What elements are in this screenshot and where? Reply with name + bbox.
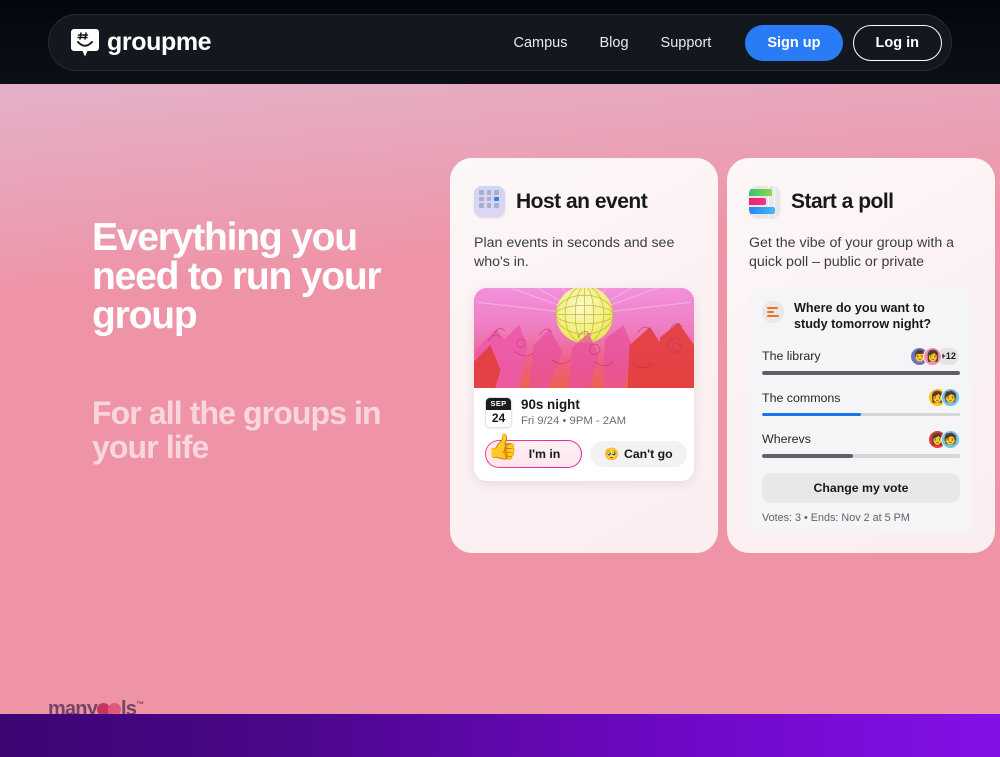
event-card-header: Host an event	[474, 186, 694, 217]
poll-option-label: The commons	[762, 390, 841, 405]
poll-option-label: Wherevs	[762, 432, 811, 447]
poll-bars-icon	[762, 300, 784, 323]
rsvp-accept-button[interactable]: 👍 I'm in	[485, 434, 582, 468]
hero-subheadline: For all the groups in your life	[92, 395, 382, 465]
hero-headline: Everything you need to run your group	[92, 216, 382, 337]
rsvp-decline-label: Can't go	[623, 446, 673, 461]
change-vote-button[interactable]: Change my vote	[762, 472, 960, 503]
event-card-subtitle: Plan events in seconds and see who's in.	[474, 235, 675, 270]
poll-card-header: Start a poll	[749, 186, 973, 217]
event-rsvp-actions: 👍 I'm in 🥺 Can't go	[474, 428, 694, 481]
poll-option-voters: 👩 🧑	[928, 429, 960, 449]
brand-name: groupme	[107, 28, 212, 56]
poll-question-row: Where do you want to study tomorrow nigh…	[762, 300, 960, 333]
event-date-month: SEP	[486, 397, 511, 410]
event-date-badge: SEP 24	[485, 396, 512, 428]
event-preview-card: SEP 24 90s night Fri 9/24 • 9PM - 2AM 👍 …	[474, 287, 694, 481]
rsvp-accept-label: I'm in	[528, 446, 561, 461]
poll-option-voters: 👩 🧑	[928, 388, 960, 408]
login-button[interactable]: Log in	[852, 24, 942, 61]
watermark-trademark: ™	[136, 700, 144, 709]
avatar: 🧑	[941, 388, 960, 408]
event-cover-image	[474, 287, 694, 388]
thumbs-up-icon: 👍	[487, 432, 519, 461]
poll-option-label: The library	[762, 349, 821, 364]
event-card-title: Host an event	[516, 189, 648, 213]
poll-option-bar	[762, 412, 960, 417]
poll-preview-card: Where do you want to study tomorrow nigh…	[749, 287, 973, 534]
event-date-day: 24	[491, 410, 506, 425]
poll-question: Where do you want to study tomorrow nigh…	[794, 300, 932, 331]
poll-option[interactable]: Wherevs 👩 🧑	[762, 429, 960, 458]
rsvp-decline-button[interactable]: 🥺 Can't go	[590, 440, 687, 467]
poll-option-bar	[762, 371, 960, 375]
poll-option[interactable]: The library 👨 👩 +12	[762, 346, 960, 375]
groupme-logo-icon	[71, 28, 99, 58]
avatar: 🧑	[941, 429, 960, 449]
nav-link-blog[interactable]: Blog	[584, 27, 645, 59]
nav-link-campus[interactable]: Campus	[498, 27, 584, 59]
calendar-icon	[474, 186, 505, 217]
poll-option-voters: 👨 👩 +12	[910, 346, 960, 366]
top-navigation-bar: groupme Campus Blog Support Sign up Log …	[48, 14, 952, 71]
disco-illustration	[474, 287, 694, 388]
poll-chart-icon	[749, 186, 780, 217]
nav-link-support[interactable]: Support	[645, 27, 728, 59]
event-meta-row: SEP 24 90s night Fri 9/24 • 9PM - 2AM	[474, 388, 694, 428]
hero-text-block: Everything you need to run your group Fo…	[92, 218, 422, 465]
poll-card-title: Start a poll	[791, 189, 894, 213]
sad-face-icon: 🥺	[604, 446, 619, 461]
poll-card-subtitle: Get the vibe of your group with a quick …	[749, 235, 955, 270]
poll-footer-status: Votes: 3 • Ends: Nov 2 at 5 PM	[762, 511, 910, 524]
brand-logo-group[interactable]: groupme	[71, 28, 212, 58]
poll-option-bar	[762, 454, 960, 458]
event-datetime: Fri 9/24 • 9PM - 2AM	[521, 415, 627, 428]
feature-card-host-event: Host an event Plan events in seconds and…	[450, 158, 718, 553]
footer-purple-band	[0, 714, 1000, 757]
signup-button[interactable]: Sign up	[745, 24, 843, 61]
feature-card-start-poll: Start a poll Get the vibe of your group …	[727, 158, 995, 553]
poll-option[interactable]: The commons 👩 🧑	[762, 388, 960, 417]
nav-actions: Campus Blog Support Sign up Log in	[498, 24, 942, 61]
event-name: 90s night	[521, 397, 580, 413]
